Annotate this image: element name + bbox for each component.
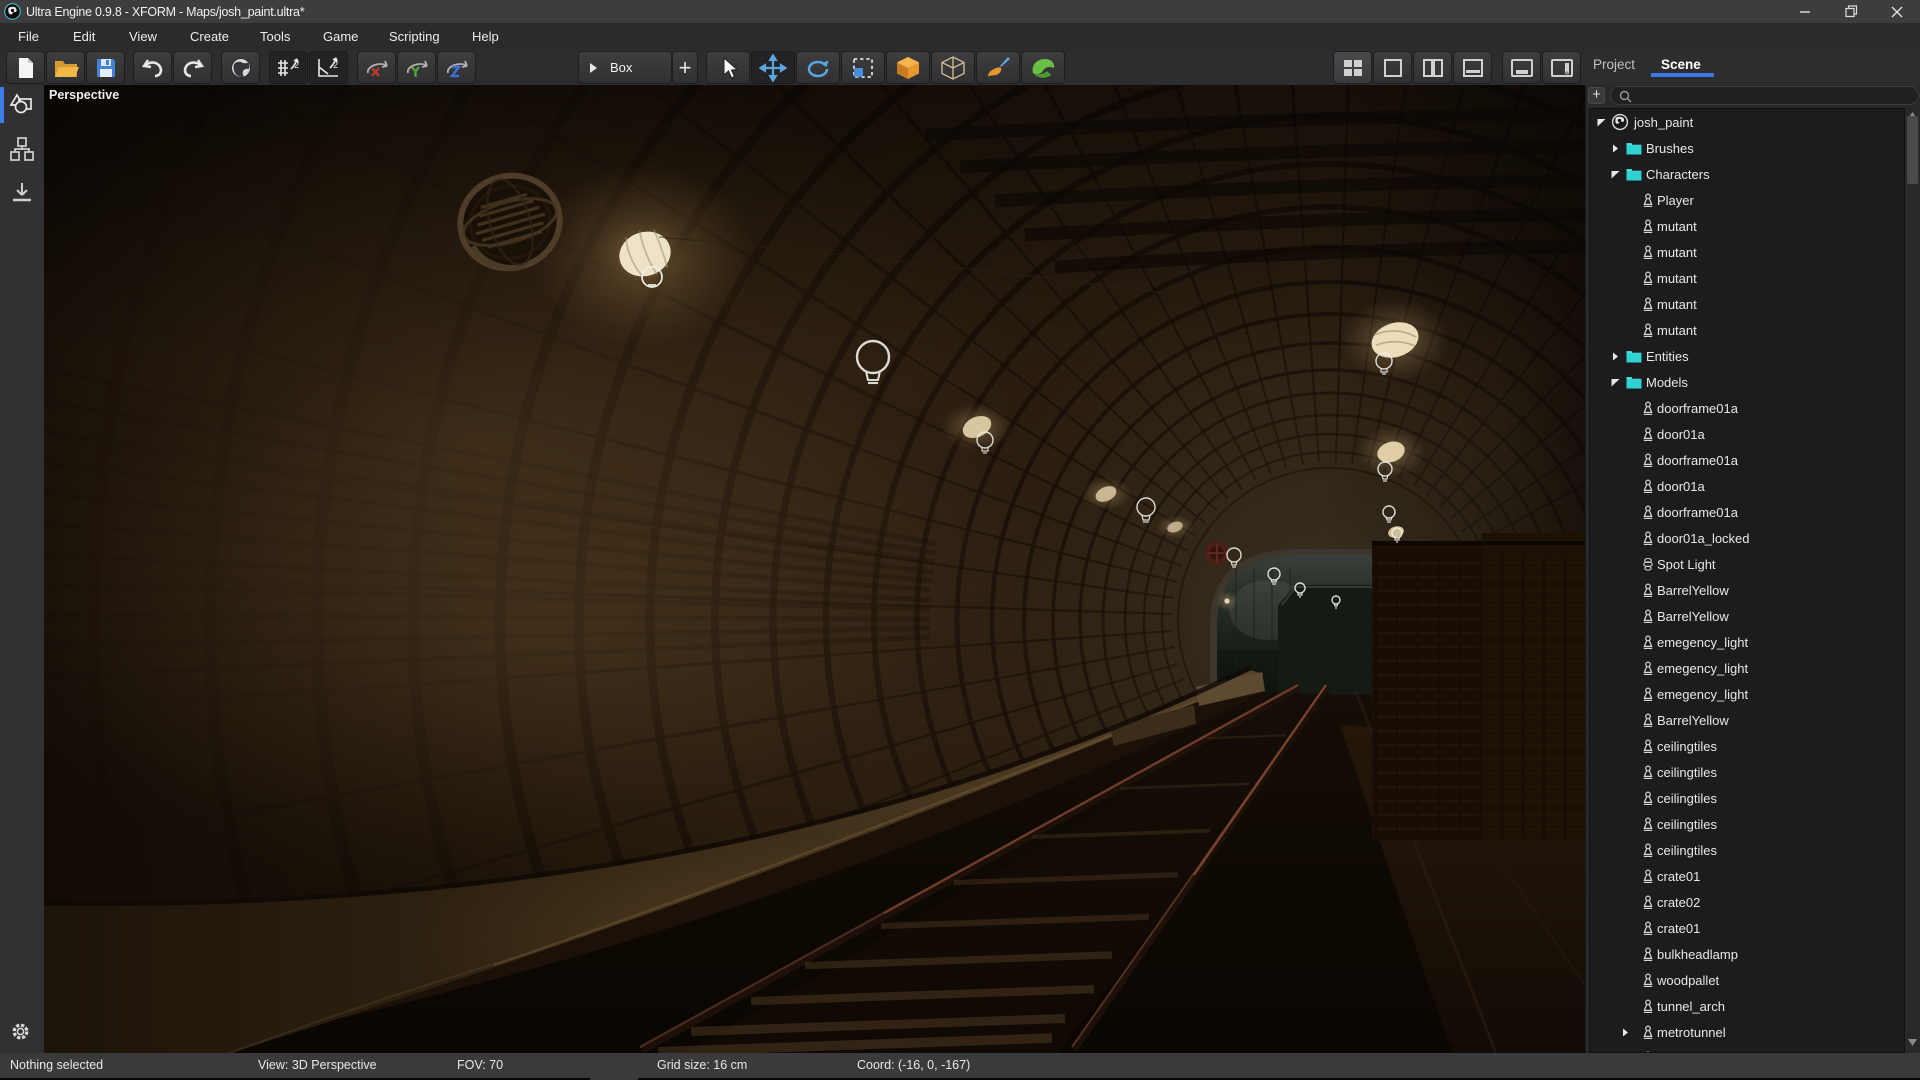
svg-text:2: 2 <box>333 60 338 70</box>
svg-text:2: 2 <box>294 60 299 70</box>
